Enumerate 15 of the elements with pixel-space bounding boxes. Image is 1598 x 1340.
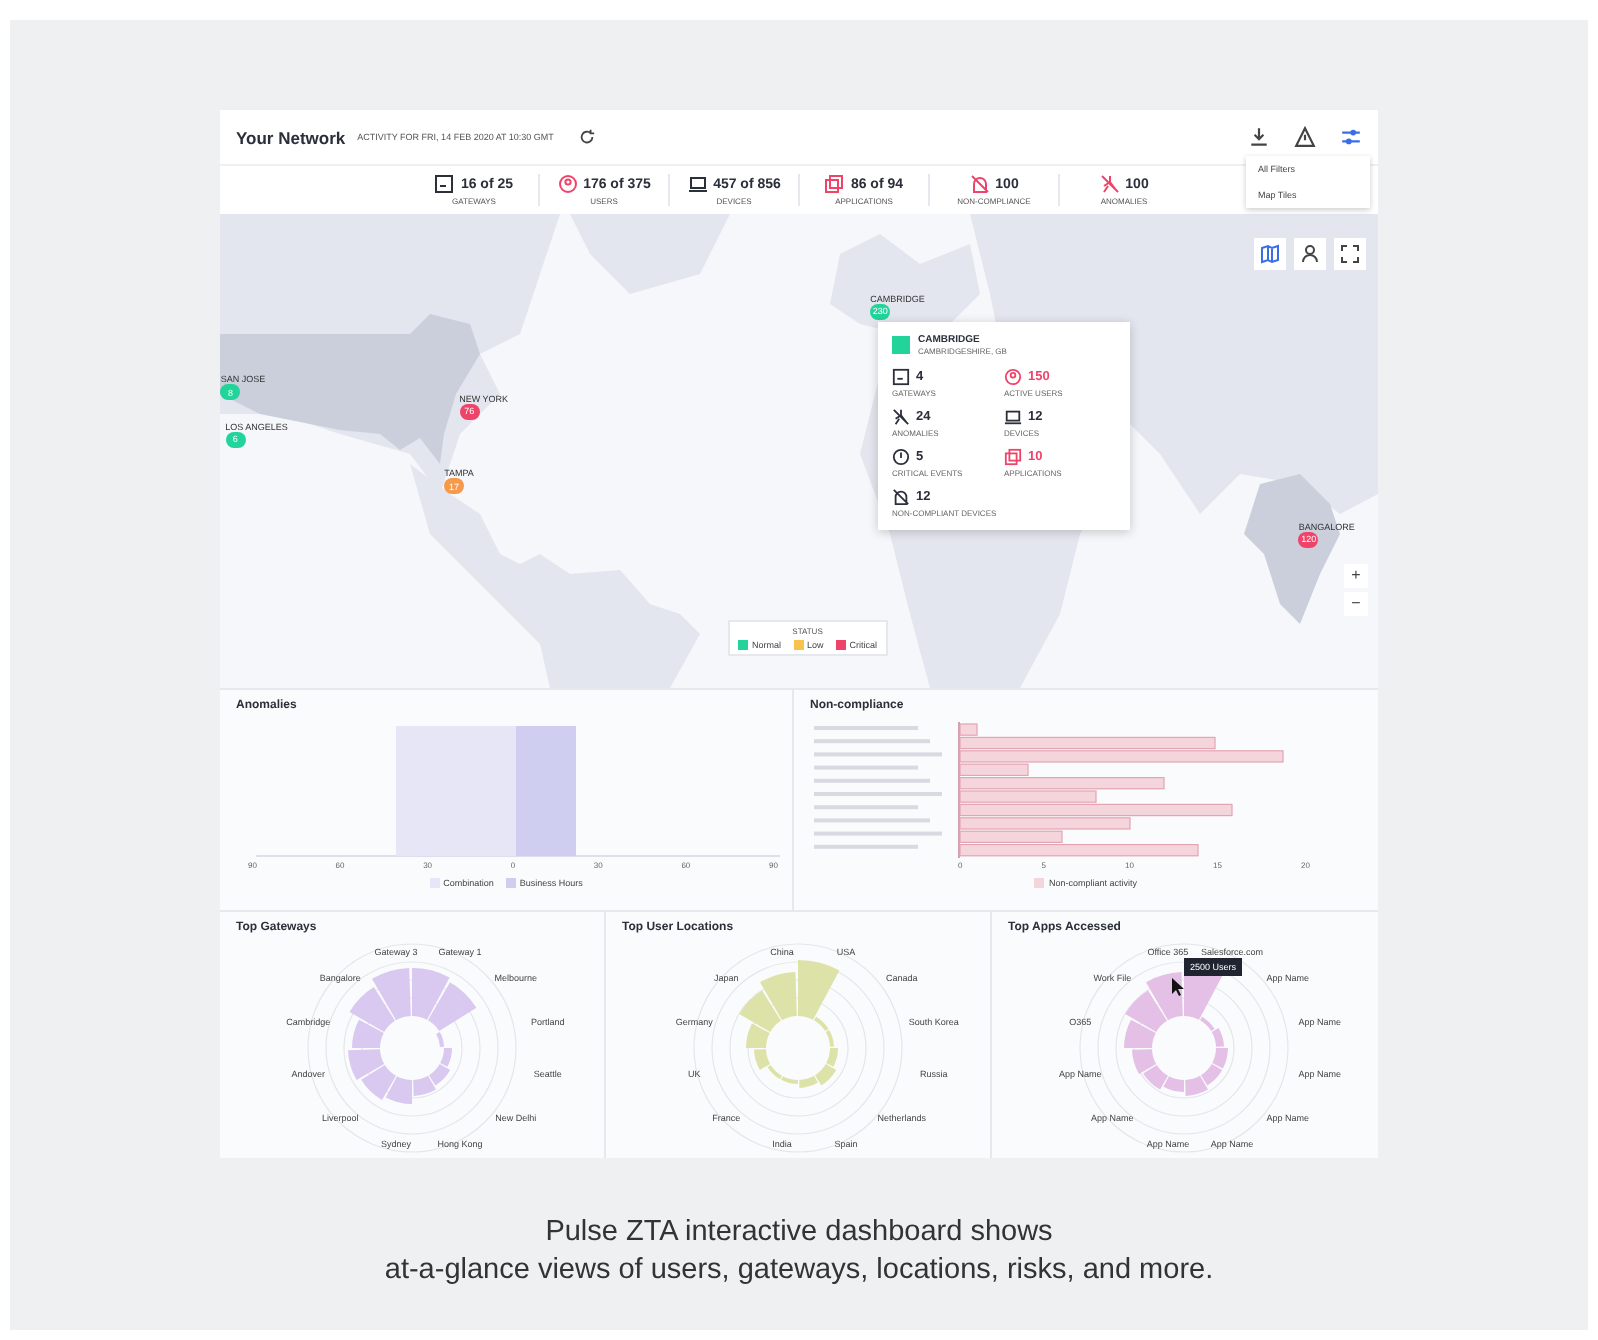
caption-text: at-a-glance views of users, gateways, locations, risks, and more. [384,1252,1214,1290]
dashboard-title: Your Network [236,127,346,147]
zoom-button[interactable]: − [1344,592,1368,616]
map-icon[interactable] [1254,238,1286,270]
cursor-icon [1172,978,1184,996]
caption-text: Pulse ZTA interactive dashboard shows [545,1214,1053,1252]
filter-sliders-icon[interactable] [1340,126,1362,148]
status-swatch [892,336,910,354]
fullscreen-icon[interactable] [1334,238,1366,270]
refresh-icon[interactable] [577,128,596,146]
person-icon[interactable] [1294,238,1326,270]
legend-swatch [1034,878,1045,888]
warning-icon[interactable] [1294,126,1316,148]
zoom-button[interactable]: + [1344,564,1368,588]
download-icon[interactable] [1248,126,1270,148]
